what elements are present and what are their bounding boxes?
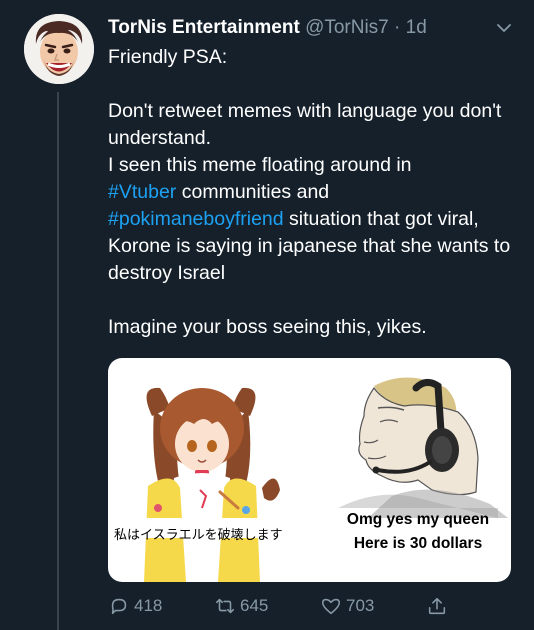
tweet-actions: 418 645 703	[108, 592, 518, 620]
meme-caption-line-2: Here is 30 dollars	[353, 535, 483, 552]
meme-caption-line-1: Omg yes my queen	[346, 511, 490, 528]
share-icon	[428, 597, 446, 615]
separator-dot: ·	[394, 17, 401, 38]
anime-girl-image	[108, 387, 308, 582]
share-button[interactable]	[426, 592, 452, 620]
text-segment: Don't retweet memes with language you do…	[108, 100, 502, 149]
meme-caption-japanese: 私はイスラエルを破壊します	[114, 528, 283, 543]
avatar-image	[24, 14, 94, 84]
avatar[interactable]	[24, 14, 94, 84]
hashtag-vtuber[interactable]: #Vtuber	[108, 181, 176, 203]
like-icon	[321, 598, 341, 615]
meme-left-panel: 私はイスラエルを破壊します	[108, 358, 308, 582]
text-line-psa: Friendly PSA:	[108, 46, 228, 68]
meme-right-panel: Omg yes my queen Here is 30 dollars	[308, 358, 511, 582]
retweet-icon	[215, 598, 235, 614]
text-paragraph-2: Don't retweet memes with language you do…	[108, 98, 518, 287]
tweet: TorNis Entertainment @TorNis7 · 1d Frien…	[0, 0, 534, 630]
author-name[interactable]: TorNis Entertainment	[108, 17, 300, 38]
like-button[interactable]: 703	[320, 592, 374, 620]
thread-line	[57, 92, 59, 630]
retweet-button[interactable]: 645	[214, 592, 268, 620]
author-handle[interactable]: @TorNis7	[305, 17, 389, 38]
text-segment: I seen this meme floating around in	[108, 154, 412, 176]
tweet-media[interactable]: 私はイスラエルを破壊します Omg yes my queen Here is 3…	[108, 358, 511, 582]
tweet-text: Friendly PSA: Don't retweet memes with l…	[108, 44, 518, 341]
like-count: 703	[346, 596, 375, 615]
reply-button[interactable]: 418	[108, 592, 162, 620]
hashtag-pokimaneboyfriend[interactable]: #pokimaneboyfriend	[108, 208, 284, 230]
reply-icon	[111, 598, 127, 615]
text-segment: communities and	[181, 181, 330, 203]
chevron-down-icon[interactable]	[494, 18, 514, 38]
retweet-count: 645	[240, 596, 269, 615]
text-paragraph-3: Imagine your boss seeing this, yikes.	[108, 316, 427, 338]
tweet-header: TorNis Entertainment @TorNis7 · 1d	[108, 16, 427, 40]
reply-count: 418	[134, 596, 163, 615]
timestamp[interactable]: 1d	[406, 17, 427, 38]
